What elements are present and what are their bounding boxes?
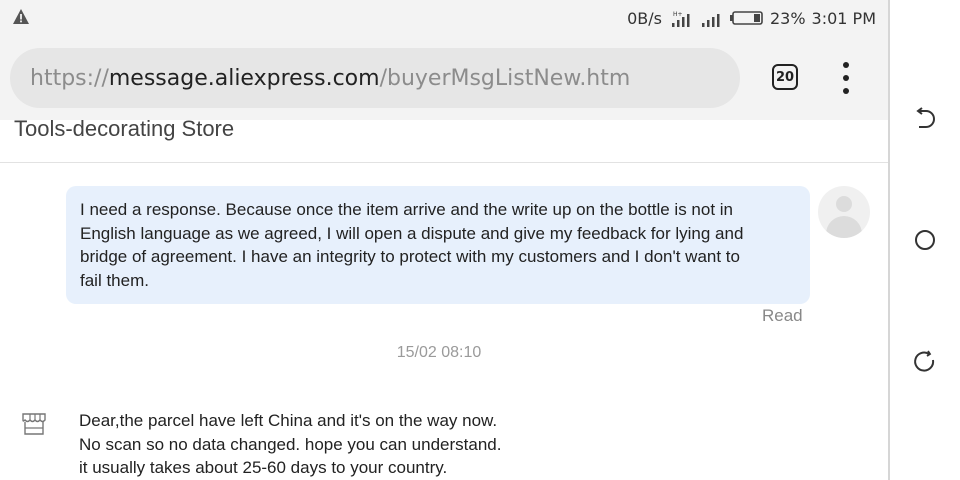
signal-icon: H+ bbox=[671, 11, 690, 27]
message-line: bridge of agreement. I have an integrity… bbox=[80, 247, 740, 266]
buyer-message-bubble[interactable]: I need a response. Because once the item… bbox=[66, 186, 810, 304]
read-status: Read bbox=[762, 306, 803, 325]
warning-icon bbox=[13, 9, 29, 24]
store-message[interactable]: Dear,the parcel have left China and it's… bbox=[79, 409, 501, 480]
message-line: fail them. bbox=[80, 270, 149, 290]
store-icon bbox=[22, 413, 46, 435]
message-line: No scan so no data changed. hope you can… bbox=[79, 434, 502, 454]
status-indicators: 0B/s H+ 23% 3:01 PM bbox=[621, 8, 876, 28]
url-host: message.aliexpress.com bbox=[108, 65, 380, 91]
browser-toolbar: https://message.aliexpress.com/buyerMsgL… bbox=[0, 36, 888, 120]
tab-switcher-button[interactable]: 20 bbox=[772, 64, 798, 90]
message-line: Dear,the parcel have left China and it's… bbox=[79, 411, 498, 430]
tab-count: 20 bbox=[775, 69, 795, 85]
clock: 3:01 PM bbox=[811, 8, 876, 28]
url-scheme: https:// bbox=[30, 65, 109, 91]
navigation-bar bbox=[890, 0, 960, 480]
url-path: /buyerMsgListNew.htm bbox=[379, 65, 631, 91]
signal-icon-2 bbox=[701, 14, 720, 27]
store-name: Tools-decorating Store bbox=[14, 116, 235, 141]
app-screen: 0B/s H+ 23% 3:01 PM https://message.alie… bbox=[0, 0, 888, 480]
battery-icon bbox=[729, 11, 763, 25]
chat-header: Tools-decorating Store bbox=[0, 116, 888, 163]
message-line: it usually takes about 25-60 days to you… bbox=[79, 458, 448, 477]
battery-level: 23% bbox=[769, 8, 806, 28]
address-bar[interactable]: https://message.aliexpress.com/buyerMsgL… bbox=[10, 48, 740, 108]
home-icon[interactable] bbox=[913, 228, 937, 252]
recents-icon[interactable] bbox=[913, 350, 937, 374]
more-vert-icon[interactable] bbox=[836, 62, 856, 94]
status-bar: 0B/s H+ 23% 3:01 PM bbox=[0, 0, 888, 36]
message-line: English language as we agreed, I will op… bbox=[80, 223, 744, 243]
network-speed: 0B/s bbox=[627, 8, 662, 28]
buyer-avatar[interactable] bbox=[818, 186, 870, 238]
message-line: I need a response. Because once the item… bbox=[80, 200, 734, 219]
back-icon[interactable] bbox=[913, 107, 937, 131]
svg-text:H+: H+ bbox=[673, 11, 683, 18]
url-text[interactable]: https://message.aliexpress.com/buyerMsgL… bbox=[30, 66, 630, 91]
message-timestamp: 15/02 08:10 bbox=[396, 344, 482, 361]
